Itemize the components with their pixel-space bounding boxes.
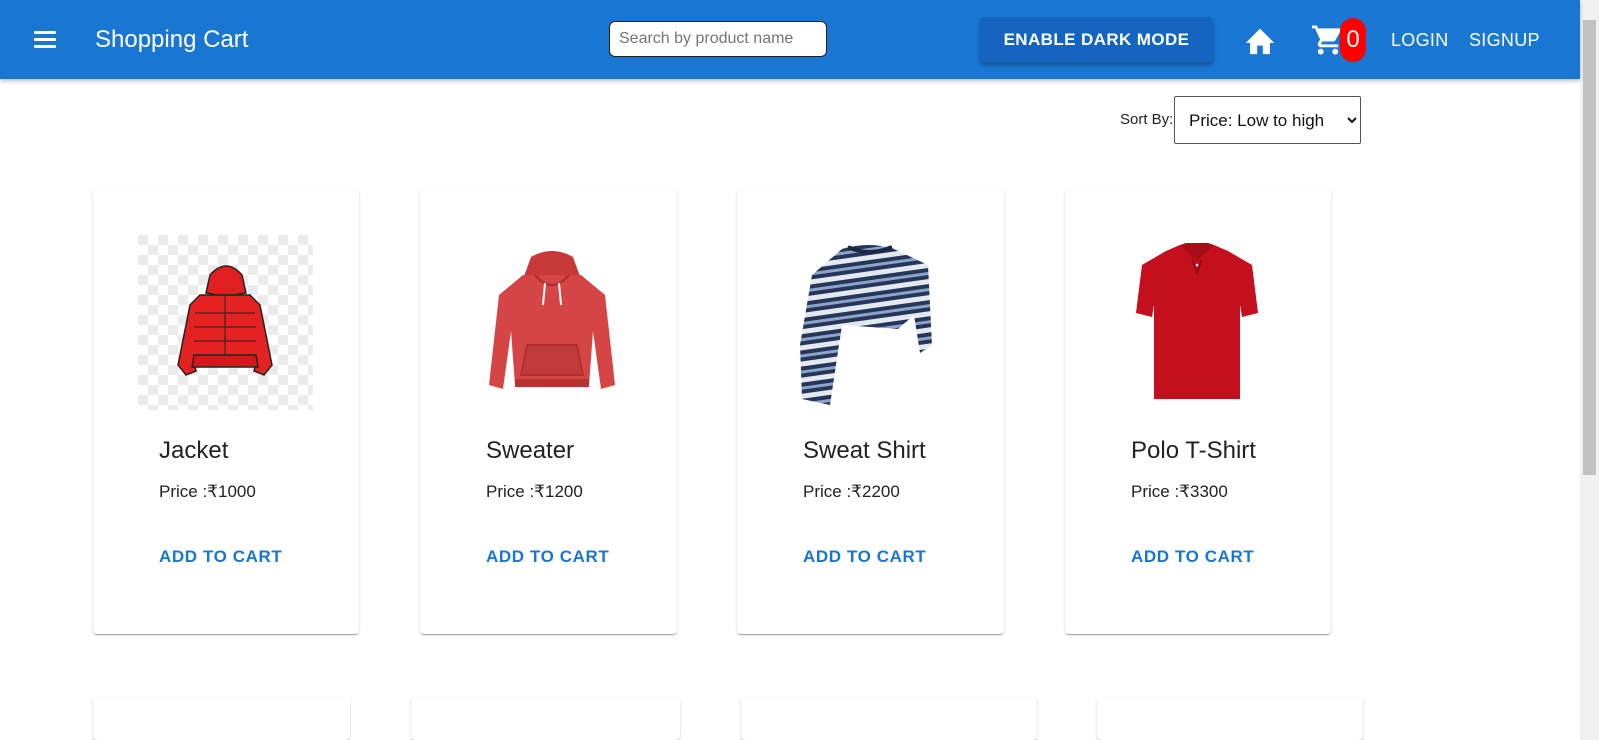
vertical-scrollbar[interactable] (1580, 0, 1599, 740)
product-card (93, 697, 350, 740)
striped-sweatshirt-icon (782, 235, 957, 410)
product-name: Sweat Shirt (803, 437, 926, 464)
home-icon[interactable] (1243, 24, 1277, 56)
add-to-cart-button[interactable]: ADD TO CART (159, 547, 282, 567)
product-name: Polo T-Shirt (1131, 437, 1256, 464)
app-title: Shopping Cart (95, 26, 249, 53)
add-to-cart-button[interactable]: ADD TO CART (1131, 547, 1254, 567)
signup-link[interactable]: SIGNUP (1469, 30, 1540, 51)
app-bar: Shopping Cart ENABLE DARK MODE 0 LOGIN S… (0, 0, 1580, 79)
product-name: Sweater (486, 437, 575, 464)
product-card (741, 697, 1037, 740)
login-link[interactable]: LOGIN (1391, 30, 1449, 51)
product-price: Price :₹1200 (486, 482, 583, 501)
product-name: Jacket (159, 437, 229, 464)
enable-dark-mode-button[interactable]: ENABLE DARK MODE (980, 17, 1213, 62)
product-card: Sweater Price :₹1200 ADD TO CART (420, 190, 677, 634)
product-price: Price :₹3300 (1131, 482, 1228, 501)
red-jacket-icon (138, 235, 313, 410)
add-to-cart-button[interactable]: ADD TO CART (803, 547, 926, 567)
add-to-cart-button[interactable]: ADD TO CART (486, 547, 609, 567)
product-card (1097, 697, 1363, 740)
scrollbar-thumb[interactable] (1583, 20, 1596, 475)
product-card (411, 697, 680, 740)
search-input[interactable] (609, 21, 827, 57)
menu-icon[interactable] (30, 26, 60, 52)
red-polo-icon (1110, 235, 1285, 410)
product-card: Polo T-Shirt Price :₹3300 ADD TO CART (1065, 190, 1331, 634)
product-card: Sweat Shirt Price :₹2200 ADD TO CART (737, 190, 1004, 634)
sort-select[interactable]: Price: Low to high (1174, 96, 1361, 144)
red-hoodie-icon (465, 235, 640, 410)
product-card: Jacket Price :₹1000 ADD TO CART (93, 190, 359, 634)
cart-count-badge: 0 (1340, 18, 1366, 62)
product-price: Price :₹2200 (803, 482, 900, 501)
sort-label: Sort By: (1120, 111, 1174, 128)
product-price: Price :₹1000 (159, 482, 256, 501)
